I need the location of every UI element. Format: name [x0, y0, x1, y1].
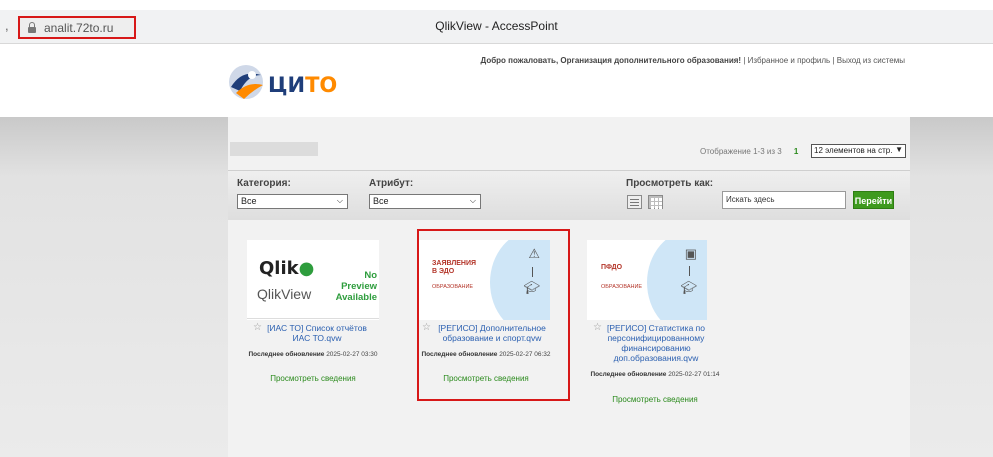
document-title[interactable]: [ИАС ТО] Список отчётов ИАС ТО.qvw [261, 323, 373, 343]
display-count: Отображение 1-3 из 3 [700, 147, 782, 156]
attribute-value: Все [373, 196, 389, 206]
page-header: Добро пожаловать, Организация дополнител… [0, 45, 993, 115]
window-title: QlikView - AccessPoint [435, 19, 558, 33]
welcome-bar: Добро пожаловать, Организация дополнител… [481, 56, 905, 65]
chevron-down-icon: ⌵ [469, 196, 476, 205]
document-thumbnail[interactable]: ПФДО ОБРАЗОВАНИЕ ▣ 🎓︎ [587, 240, 707, 320]
list-view-icon[interactable] [627, 195, 642, 209]
document-thumbnail[interactable]: Qlik● QlikView No Preview Available [247, 240, 379, 320]
presentation-icon: ▣ [684, 246, 697, 261]
graduation-cap-icon: 🎓︎ [680, 280, 697, 295]
category-value: Все [241, 196, 257, 206]
view-details-link[interactable]: Просмотреть сведения [247, 374, 379, 383]
logo-text-main: ЦИ [268, 73, 306, 97]
page-size-select[interactable]: 12 элементов на стр. ▼ [811, 144, 906, 158]
go-button[interactable]: Перейти [853, 191, 894, 209]
welcome-text: Добро пожаловать, Организация дополнител… [480, 56, 742, 65]
category-select[interactable]: Все ⌵ [237, 194, 348, 209]
updated-label: Последнее обновление [590, 371, 667, 378]
logo[interactable]: ЦИТО [226, 61, 356, 103]
document-title[interactable]: [РЕГИСО] Статистика по персонифицированн… [601, 323, 711, 363]
thumb-divider [247, 318, 379, 319]
pager: Отображение 1-3 из 3 1 [700, 147, 798, 156]
chevron-down-icon: ▼ [895, 145, 903, 154]
grid-view-icon[interactable] [648, 195, 663, 209]
qlikview-wordmark: QlikView [257, 286, 312, 302]
qlik-q-icon: ● [298, 258, 315, 279]
last-updated: Последнее обновление 2025-02-27 01:14 [587, 371, 723, 379]
page-number[interactable]: 1 [794, 147, 798, 156]
thumb-title: ПФДО [601, 264, 623, 271]
thumb-arc [647, 240, 707, 320]
updated-value: 2025-02-27 01:14 [668, 371, 720, 378]
category-label: Категория: [237, 178, 291, 189]
placeholder-block [230, 142, 318, 156]
chevron-down-icon: ⌵ [336, 196, 343, 205]
view-as-label: Просмотреть как: [626, 178, 714, 189]
thumb-connector [689, 266, 690, 276]
logo-text-accent: ТО [305, 73, 338, 97]
qlik-brand: Qlik [259, 258, 299, 279]
qlik-logo: Qlik● [259, 258, 314, 279]
no-preview-text: No Preview Available [335, 270, 377, 303]
highlight-frame [417, 229, 570, 401]
logo-text: ЦИТО [268, 73, 337, 97]
attribute-select[interactable]: Все ⌵ [369, 194, 481, 209]
logo-globe-icon [229, 65, 263, 99]
page-size-value: 12 элементов на стр. [814, 146, 893, 155]
user-links[interactable]: | Избранное и профиль | Выход из системы [743, 56, 905, 65]
thumb-subtitle: ОБРАЗОВАНИЕ [601, 284, 643, 290]
updated-label: Последнее обновление [248, 351, 325, 358]
filter-bar: Категория: Все ⌵ Атрибут: Все ⌵ Просмотр… [228, 170, 910, 220]
attribute-label: Атрибут: [369, 178, 414, 189]
view-details-link[interactable]: Просмотреть сведения [587, 395, 723, 404]
browser-toolbar: , analit.72to.ru QlikView - AccessPoint [0, 10, 993, 44]
last-updated: Последнее обновление 2025-02-27 03:30 [247, 351, 379, 359]
search-input[interactable]: Искать здесь [722, 191, 846, 209]
updated-value: 2025-02-27 03:30 [326, 351, 378, 358]
